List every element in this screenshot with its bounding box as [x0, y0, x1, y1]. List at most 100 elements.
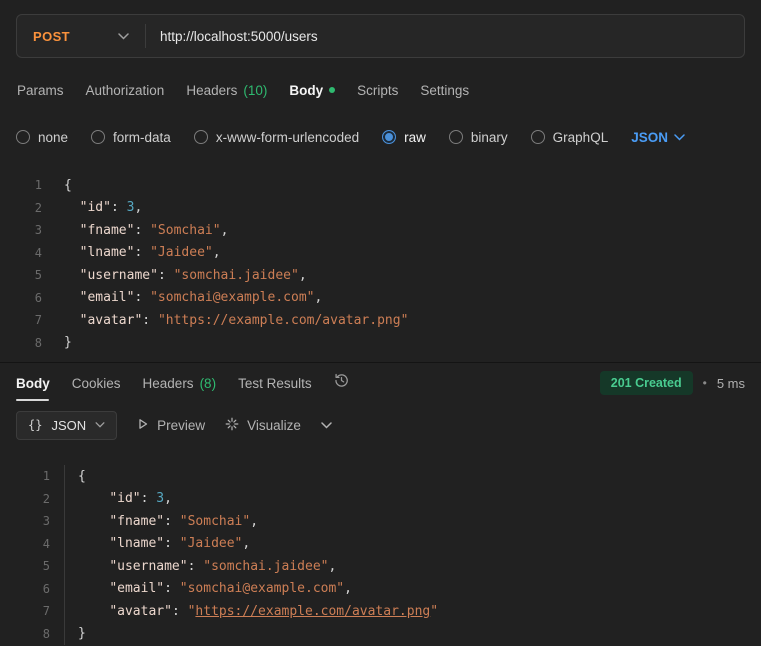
- request-tabs: Params Authorization Headers (10) Body S…: [0, 70, 761, 110]
- separator-dot: •: [702, 376, 707, 390]
- code-line: 7 "avatar": "https://example.com/avatar.…: [0, 600, 761, 623]
- more-options-chevron[interactable]: [321, 421, 332, 429]
- line-number: 8: [42, 626, 50, 641]
- radio-icon: [448, 130, 463, 144]
- tab-body-label: Body: [289, 82, 324, 98]
- line-number: 5: [34, 268, 42, 283]
- tab-headers-label: Headers: [186, 82, 238, 98]
- response-body-editor[interactable]: 1{2 "id": 3,3 "fname": "Somchai", 4 "lnam…: [0, 465, 761, 645]
- body-type-graphql-label: GraphQL: [552, 129, 609, 145]
- code-text: "lname": "Jaidee",: [64, 532, 250, 555]
- visualize-button[interactable]: Visualize: [225, 417, 301, 434]
- preview-button[interactable]: Preview: [137, 418, 205, 433]
- body-type-binary-label: binary: [470, 129, 508, 145]
- response-toolbar: {} JSON Preview Visualize: [0, 403, 761, 447]
- body-type-none[interactable]: none: [16, 130, 68, 145]
- request-url-bar: POST: [0, 0, 761, 58]
- response-time: 5 ms: [716, 375, 745, 391]
- radio-icon: [16, 130, 30, 144]
- code-line: 3 "fname": "Somchai",: [0, 219, 761, 242]
- code-line: 7 "avatar": "https://example.com/avatar.…: [0, 309, 761, 332]
- tab-params[interactable]: Params: [6, 70, 75, 110]
- language-selector[interactable]: JSON: [631, 130, 685, 145]
- code-text: "avatar": "https://example.com/avatar.pn…: [64, 600, 438, 623]
- code-line: 4 "lname": "Jaidee",: [0, 532, 761, 555]
- body-type-form-data[interactable]: form-data: [91, 130, 171, 145]
- line-number: 5: [42, 559, 50, 574]
- line-number: 2: [42, 491, 50, 506]
- code-text: }: [64, 622, 86, 645]
- body-type-none-label: none: [38, 129, 69, 145]
- code-line: 5 "username": "somchai.jaidee",: [0, 264, 761, 287]
- code-line: 1{: [0, 174, 761, 197]
- code-text: {: [64, 177, 72, 193]
- line-number: 4: [42, 536, 50, 551]
- line-number: 3: [42, 514, 50, 529]
- tab-settings[interactable]: Settings: [409, 70, 480, 110]
- body-type-graphql[interactable]: GraphQL: [530, 129, 609, 145]
- history-icon: [333, 372, 350, 394]
- response-tabs: Body Cookies Headers (8) Test Results 20…: [0, 363, 761, 403]
- code-line: 6 "email": "somchai@example.com",: [0, 577, 761, 600]
- url-input[interactable]: [146, 28, 744, 44]
- code-text: }: [64, 335, 72, 351]
- sparkle-icon: [225, 417, 239, 434]
- line-number: 7: [42, 604, 50, 619]
- radio-selected-icon: [382, 130, 397, 144]
- code-text: "avatar": "https://example.com/avatar.pn…: [79, 312, 409, 328]
- response-history-button[interactable]: [333, 372, 350, 394]
- response-meta: 201 Created • 5 ms: [599, 371, 745, 395]
- code-line: 8}: [0, 622, 761, 645]
- code-text: "fname": "Somchai",: [64, 510, 258, 533]
- tab-authorization[interactable]: Authorization: [75, 70, 176, 110]
- body-has-content-dot: [329, 86, 336, 93]
- code-line: 4 "lname": "Jaidee",: [0, 242, 761, 265]
- line-number: 2: [34, 200, 42, 215]
- visualize-label: Visualize: [247, 417, 301, 433]
- chevron-down-icon: [95, 422, 105, 428]
- code-line: 2 "id": 3,: [0, 487, 761, 510]
- code-text: "lname": "Jaidee",: [79, 245, 221, 261]
- body-type-raw-label: raw: [404, 129, 426, 145]
- response-tab-cookies[interactable]: Cookies: [61, 363, 132, 403]
- braces-icon: {}: [28, 418, 43, 432]
- body-type-binary[interactable]: binary: [448, 129, 508, 145]
- tab-headers[interactable]: Headers (10): [175, 70, 278, 110]
- line-number: 6: [34, 290, 42, 305]
- response-section: Body Cookies Headers (8) Test Results 20…: [0, 362, 761, 645]
- chevron-down-icon: [118, 32, 129, 40]
- response-format-dropdown[interactable]: {} JSON: [16, 410, 118, 440]
- line-number: 3: [34, 223, 42, 238]
- code-text: "email": "somchai@example.com",: [79, 290, 323, 306]
- body-type-urlencoded[interactable]: x-www-form-urlencoded: [193, 129, 360, 145]
- format-label: JSON: [51, 417, 87, 433]
- code-line: 1{: [0, 465, 761, 488]
- response-tab-body[interactable]: Body: [16, 363, 61, 403]
- response-tab-headers-label: Headers: [142, 375, 194, 391]
- method-label: POST: [33, 28, 70, 44]
- body-type-urlencoded-label: x-www-form-urlencoded: [215, 129, 360, 145]
- response-tab-headers[interactable]: Headers (8): [132, 363, 228, 403]
- code-text: "username": "somchai.jaidee",: [79, 267, 307, 283]
- postman-window: POST Params Authorization Headers (10) B…: [0, 0, 761, 645]
- body-type-selector: none form-data x-www-form-urlencoded raw…: [0, 118, 761, 156]
- body-type-raw[interactable]: raw: [382, 130, 426, 145]
- line-number: 4: [34, 245, 42, 260]
- line-number: 6: [42, 581, 50, 596]
- play-icon: [137, 418, 149, 433]
- radio-icon: [193, 130, 208, 144]
- method-selector[interactable]: POST: [17, 29, 145, 44]
- code-line: 6 "email": "somchai@example.com",: [0, 287, 761, 310]
- line-number: 1: [42, 469, 50, 484]
- line-number: 7: [34, 313, 42, 328]
- tab-body[interactable]: Body: [278, 70, 346, 110]
- request-body-editor[interactable]: 1{2 "id": 3,3 "fname": "Somchai", 4 "lnam…: [0, 174, 761, 354]
- preview-label: Preview: [157, 417, 206, 433]
- tab-headers-count: (10): [243, 82, 268, 98]
- response-tab-test-results[interactable]: Test Results: [227, 363, 323, 403]
- radio-icon: [530, 130, 545, 144]
- code-text: "email": "somchai@example.com",: [64, 577, 352, 600]
- url-box: POST: [16, 14, 745, 58]
- status-badge: 201 Created: [599, 371, 693, 395]
- tab-scripts[interactable]: Scripts: [346, 70, 409, 110]
